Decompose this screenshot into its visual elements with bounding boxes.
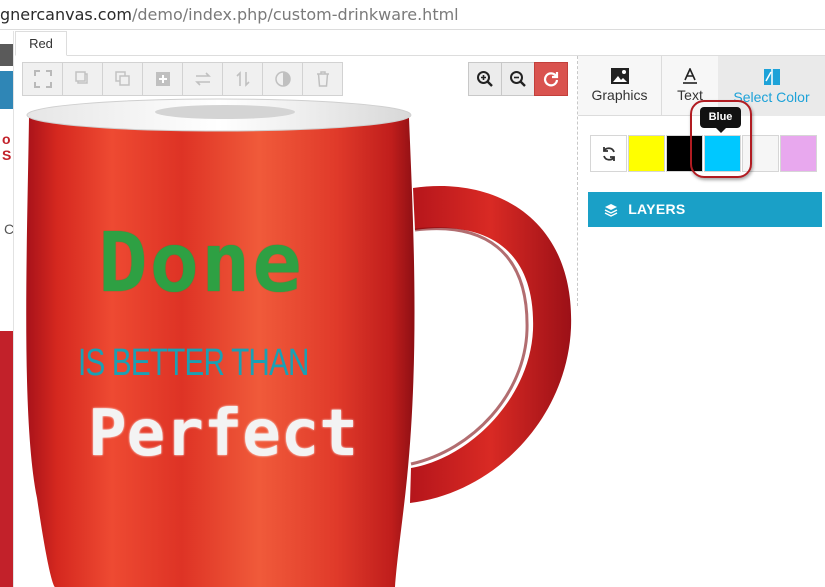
add-layer-icon [155,72,170,86]
zoom-in-icon [477,71,493,87]
delete-button[interactable] [302,62,343,96]
bring-forward-icon [74,71,88,84]
zoom-in-button[interactable] [468,62,502,96]
design-text-line3[interactable]: Perfect [70,396,376,472]
contrast-button[interactable] [262,62,303,96]
tab-graphics[interactable]: Graphics [578,56,662,116]
fullscreen-icon [33,70,52,88]
left-red-block [0,331,13,587]
reset-icon [543,72,559,87]
color-select-icon [763,69,780,85]
zoom-controls [468,62,568,96]
add-layer-button[interactable] [142,62,183,96]
flip-vertical-icon [235,71,250,87]
tab-red[interactable]: Red [15,31,67,56]
swatch-yellow[interactable] [628,135,665,172]
left-edge-text: o S [2,131,12,163]
flip-horizontal-icon [194,72,211,86]
layers-icon [604,204,618,218]
url-domain: gnercanvas.com [0,5,132,24]
design-text-line2[interactable]: IS BETTER THAN [78,340,343,386]
refresh-icon [602,146,615,161]
product-tab-row: Red [15,31,825,56]
zoom-out-button[interactable] [501,62,535,96]
url-path: /demo/index.php/custom-drinkware.html [131,5,459,24]
image-icon [610,68,629,84]
reset-button[interactable] [534,62,568,96]
canvas-toolbar [22,62,343,96]
address-bar[interactable]: gnercanvas.com/demo/index.php/custom-dri… [0,0,825,30]
left-edge-letter: C [4,221,14,237]
fullscreen-button[interactable] [22,62,63,96]
swatch-refresh[interactable] [590,135,627,172]
tab-graphics-label: Graphics [591,87,648,103]
text-icon [683,68,697,84]
design-text-line1[interactable]: Done [36,218,366,310]
layers-label: LAYERS [628,201,686,217]
flip-vertical-button[interactable] [222,62,263,96]
trash-icon [316,71,329,87]
layers-header[interactable]: LAYERS [588,192,822,227]
flip-horizontal-button[interactable] [182,62,223,96]
swatch-tooltip: Blue [700,107,741,133]
left-dark-block [0,44,13,66]
page-left-edge: o S C [0,31,14,587]
send-backward-button[interactable] [102,62,143,96]
zoom-out-icon [510,71,526,87]
bring-forward-button[interactable] [62,62,103,96]
mug-rim-inner [155,105,295,119]
swatch-pink[interactable] [780,135,817,172]
send-backward-icon [114,71,130,86]
url-text[interactable]: gnercanvas.com/demo/index.php/custom-dri… [0,5,459,24]
contrast-icon [274,71,291,87]
left-blue-block [0,71,13,109]
